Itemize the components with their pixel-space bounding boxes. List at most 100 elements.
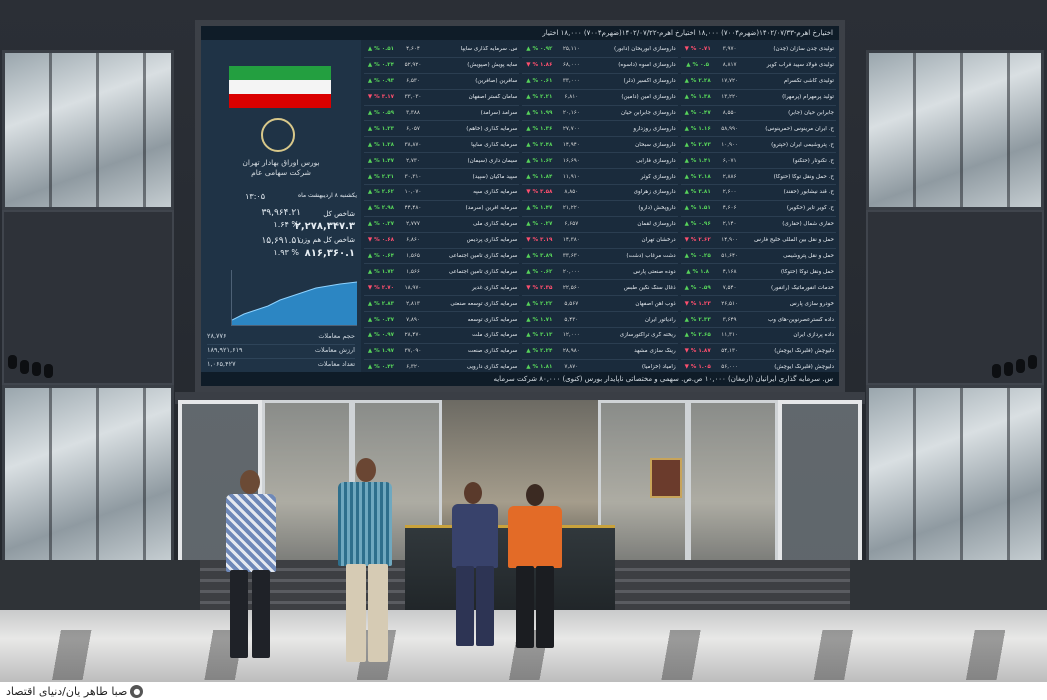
speaker	[1016, 359, 1025, 373]
speaker	[1004, 362, 1013, 376]
quote-price: ۶,۰۷۱	[722, 157, 737, 164]
quote-price: ۶,۸۶۰	[406, 237, 420, 244]
quote-price: ۵,۵۶۷	[564, 300, 579, 307]
quote-symbol: ح. تکنوتار (حتکنو)	[792, 157, 834, 164]
quote-change: ▼ % ۲.۳۵	[526, 284, 553, 291]
quote-symbol: داروسازی سبحان	[635, 141, 676, 148]
iran-flag	[229, 66, 331, 108]
quote-symbol: حمل ونقل توکا (حتوکا)	[780, 268, 834, 275]
quote-change: ▲ % ۲.۷۳	[684, 141, 711, 148]
quote-symbol: سپید ماکیان (سپید)	[472, 173, 518, 180]
quote-price: ۱,۵۶۶	[406, 268, 420, 275]
quote-symbol: تولید پرمهرام (پرمهرا)	[782, 94, 834, 101]
quote-symbol: حفاری شمال (حفاری)	[782, 221, 834, 228]
quote-change: ▲ % ۰.۴۲	[367, 364, 395, 371]
quote-change: ▲ % ۱.۱۶	[684, 125, 711, 132]
quote-change: ▲ % ۳.۸۱	[684, 189, 711, 196]
quote-price: ۱۰,۰۷۰	[404, 189, 422, 196]
quote-symbol: ریخته گری تراکتورسازی	[619, 332, 676, 339]
quote-change: ▲ % ۲.۲۴	[526, 348, 553, 355]
lower-right-window	[866, 385, 1044, 563]
quote-change: ▲ % ۲.۲۲	[526, 300, 553, 307]
quote-symbol: سرمایه گذاری پردیس	[466, 237, 518, 244]
quote-change: ▲ % ۰.۹۷	[367, 332, 395, 339]
quote-change: ▼ % ۲.۷۰	[367, 284, 395, 291]
exchange-sub-text: شرکت سهامی عام	[251, 168, 311, 177]
quote-change: ▲ % ۲.۲۱	[526, 94, 553, 101]
quote-change: ▲ % ۲.۶۲	[367, 189, 395, 196]
quote-price: ۴,۶۰۴	[406, 46, 420, 53]
equal-weight-label: شاخص کل هم وزن	[298, 236, 355, 244]
index-mini-chart	[231, 270, 357, 326]
quote-change: ▲ % ۰.۲۵	[684, 253, 711, 260]
quote-row: ▲ % ۰.۹۲ ۲۵,۱۱۰ داروسازی ابوریحان (دابور)	[522, 42, 678, 58]
quote-price: ۵۶,۰۰۰	[721, 364, 739, 371]
index-label: شاخص کل	[323, 210, 355, 218]
quote-change: ▲ % ۱.۸۴	[526, 173, 553, 180]
quote-symbol: ح. حمل ونقل توکا (حتوکا)	[773, 173, 834, 180]
quote-change: ▼ % ۰.۷۱	[684, 46, 711, 53]
quote-row: ▲ % ۰.۶۱ ۳۳,۰۰۰ داروسازی اکسیر (دلر)	[522, 74, 678, 90]
quote-row: ▲ % ۲.۳۳ ۳,۶۴۹ داده گسترعصرنوین-های وب	[680, 312, 836, 329]
exchange-name-text: بورس اوراق بهادار تهران	[242, 158, 320, 167]
quote-price: ۳,۳۸۸	[406, 110, 420, 116]
quote-symbol: سرمایه گذاری توسعه	[467, 316, 518, 323]
photo-credit-text: صبا طاهر یان/دنیای اقتصاد	[6, 684, 128, 698]
quote-symbol: سرمایه گذاری تامین اجتماعی	[448, 253, 518, 260]
quote-symbol: ح. ایران مرینوس (حمرینوس)	[765, 125, 834, 132]
quote-row: ▲ % ۱.۴۱ ۶,۰۷۱ ح. تکنوتار (حتکنو)	[680, 153, 836, 170]
speaker	[20, 360, 29, 374]
equal-weight-change: ۱۵,۶۹۱.۵۱	[261, 236, 301, 246]
quote-price: ۱۰,۹۰۰	[721, 141, 739, 148]
quote-change: ▼ % ۰.۶۸	[367, 237, 395, 244]
quote-symbol: سرمایه گذاری سپه	[473, 189, 518, 196]
quote-change: ▲ % ۱.۴۷	[367, 157, 395, 164]
quote-row: ▲ % ۱.۸ ۴,۱۶۸ حمل ونقل توکا (حتوکا)	[680, 264, 836, 281]
quote-price: ۳۸,۸۷۰	[404, 141, 422, 148]
quote-column: ▲ % ۰.۵۱ ۴,۶۰۴ س. سرمایه گذاری سایپا ▲ % ۰.…	[364, 42, 520, 386]
quote-row: ▲ % ۲.۶۵ ۱۱,۳۱۰ داده پردازی ایران	[680, 328, 836, 344]
upper-left-cladding	[2, 210, 174, 385]
quote-change: ▼ % ۱.۲۳	[684, 300, 711, 307]
market-stat-label: تعداد معاملات	[317, 360, 355, 368]
quote-price: ۱۲,۰۰۰	[562, 332, 580, 339]
quote-row: ▲ % ۰.۳۷ ۷,۸۹۰ سرمایه گذاری توسعه	[364, 312, 520, 329]
quote-row: ▲ % ۱.۲۸ ۳۸,۸۷۰ سرمایه گذاری سایپا	[364, 137, 520, 154]
quote-symbol: سرمایه گذاری تامین اجتماعی	[448, 268, 518, 275]
quote-row: ▼ % ۲.۳۵ ۲۲,۵۶۰ ذغال سنگ نگین طبس	[522, 280, 678, 297]
quote-row: ▲ % ۳.۸۹ ۳۳,۶۳۰ دشت مرغاب (دشت)	[522, 249, 678, 265]
quote-symbol: داروسازی زهراوی	[633, 189, 676, 196]
quote-change: ▲ % ۲.۶۵	[684, 332, 711, 339]
quote-symbol: سرمایه گذاری غدیر	[472, 284, 518, 291]
quote-price: ۴۴,۴۸۰	[404, 205, 422, 212]
quote-symbol: جابرابن حیان (جابر)	[788, 110, 834, 116]
quote-change: ▲ % ۱.۹۷	[367, 348, 395, 355]
quote-price: ۴,۶۰۶	[722, 205, 737, 212]
quote-change: ▲ % ۳.۱۳	[526, 332, 553, 339]
quote-change: ▲ % ۰.۵۱	[367, 46, 395, 53]
quote-price: ۲۲,۵۶۰	[562, 284, 580, 291]
quote-change: ▲ % ۱.۸۱	[526, 364, 553, 371]
quote-price: ۱۳,۲۲۰	[721, 94, 739, 101]
quote-symbol: دوده صنعتی پارس	[633, 268, 676, 275]
quote-change: ▼ % ۱.۸۷	[684, 348, 711, 355]
quote-change: ▲ % ۱.۴۷	[526, 205, 553, 212]
quote-price: ۲,۸۱۳	[406, 300, 420, 307]
market-stat-label: حجم معاملات	[318, 332, 355, 340]
quote-change: ▼ % ۲.۶۲	[684, 237, 711, 244]
speaker	[44, 364, 53, 378]
bottom-ticker: س. سرمایه گذاری ایرانیان (ارمغان) ۱۰,۰۰۰…	[201, 372, 839, 386]
quote-change: ▲ % ۲.۱۸	[684, 173, 711, 180]
quote-symbol: ح. پتروشیمی ایران (حپترو)	[771, 141, 834, 148]
quote-change: ▲ % ۲.۳۱	[367, 173, 395, 180]
quote-row: ▲ % ۲.۸۳ ۲,۸۱۳ سرمایه گذاری توسعه صنعتی	[364, 296, 520, 313]
market-stat-label: ارزش معاملات	[314, 346, 355, 354]
quote-change: ▲ % ۲.۲۸	[684, 78, 711, 85]
quote-change: ▲ % ۱.۳۸	[684, 94, 711, 101]
quote-price: ۱,۵۶۵	[406, 253, 420, 260]
quote-change: ▲ % ۱.۲۸	[367, 141, 395, 148]
time-value: ۱۳:۰۵	[245, 192, 265, 201]
quote-price: ۲۷,۷۰۰	[562, 125, 580, 132]
quote-row: ▲ % ۱.۱۶ ۵۸,۹۹۰ ح. ایران مرینوس (حمرینوس)	[680, 121, 836, 138]
quote-symbol: سرمایه گذاری توسعه صنعتی	[450, 300, 518, 307]
